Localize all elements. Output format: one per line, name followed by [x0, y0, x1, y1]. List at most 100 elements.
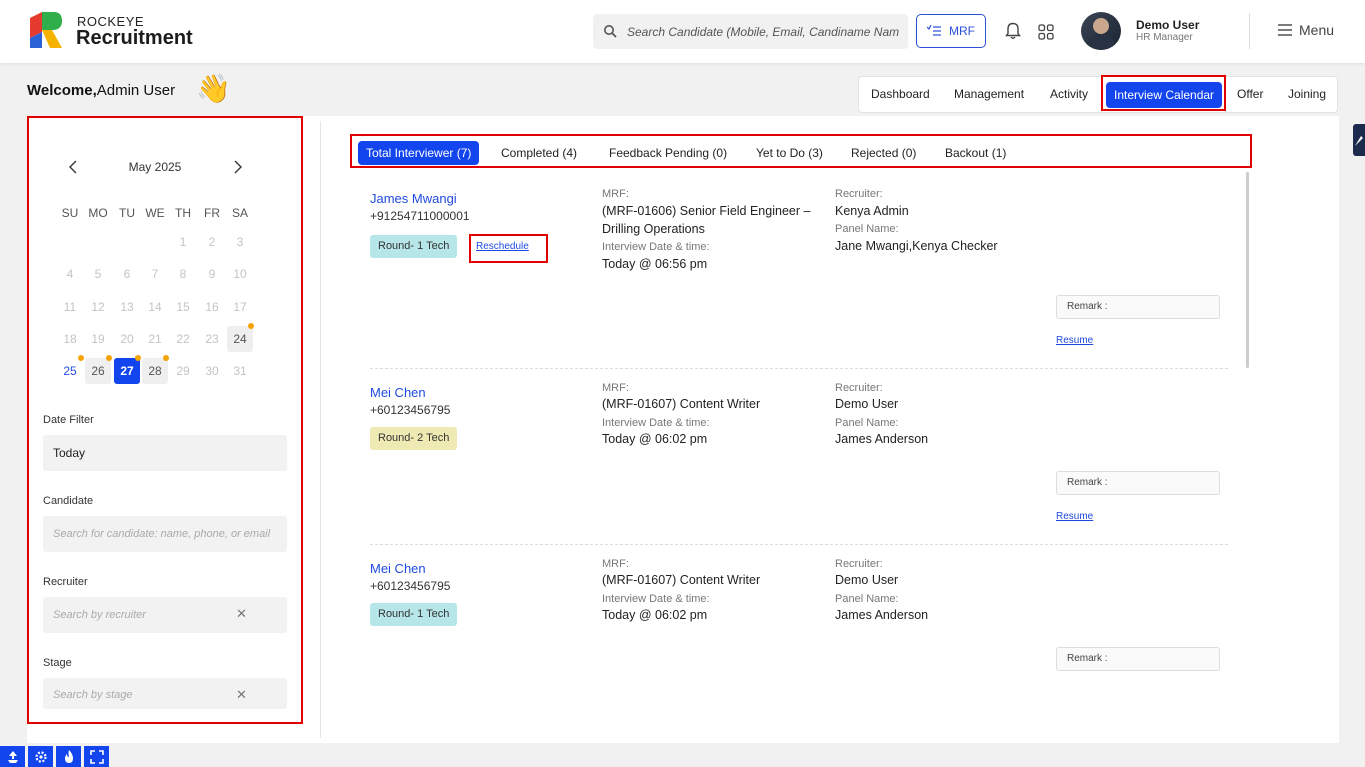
mrf-button[interactable]: MRF	[916, 14, 986, 48]
weekday-label: SA	[231, 206, 248, 220]
calendar-day[interactable]: 20	[114, 326, 140, 352]
apps-grid-icon[interactable]	[1038, 24, 1054, 40]
recruiter-value: Kenya Admin	[835, 204, 909, 218]
candidate-name-link[interactable]: James Mwangi	[370, 191, 457, 206]
settings-button[interactable]	[28, 746, 53, 767]
pin-icon	[1355, 136, 1363, 146]
calendar-day[interactable]: 5	[85, 261, 111, 287]
calendar-day[interactable]: 1	[170, 229, 196, 255]
calendar-day[interactable]: 16	[199, 294, 225, 320]
tab-yet-to-do[interactable]: Yet to Do (3)	[756, 141, 823, 165]
calendar-day[interactable]: 13	[114, 294, 140, 320]
panel-label: Panel Name:	[835, 593, 899, 605]
calendar-next-icon[interactable]	[233, 160, 243, 179]
panel-label: Panel Name:	[835, 223, 899, 235]
date-filter-select[interactable]: Today	[43, 435, 287, 471]
calendar-day[interactable]: 17	[227, 294, 253, 320]
weekday-label: TH	[175, 206, 191, 220]
calendar-day[interactable]: 21	[142, 326, 168, 352]
calendar-day[interactable]: 11	[57, 294, 83, 320]
tab-completed[interactable]: Completed (4)	[501, 141, 577, 165]
brand-title: Recruitment	[76, 27, 193, 49]
calendar-day[interactable]: 29	[170, 358, 196, 384]
clear-recruiter-icon[interactable]: ✕	[236, 606, 247, 622]
calendar-day[interactable]: 8	[170, 261, 196, 287]
list-scrollbar[interactable]	[1246, 172, 1249, 368]
calendar-day[interactable]: 15	[170, 294, 196, 320]
calendar-day[interactable]: 31	[227, 358, 253, 384]
round-badge: Round- 1 Tech	[370, 603, 458, 626]
stage-filter-input[interactable]: Search by stage	[43, 678, 287, 709]
tab-feedback-pending[interactable]: Feedback Pending (0)	[609, 141, 727, 165]
tab-rejected[interactable]: Rejected (0)	[851, 141, 916, 165]
tab-total-interviewer[interactable]: Total Interviewer (7)	[358, 141, 480, 165]
calendar-day[interactable]: 2	[199, 229, 225, 255]
remark-box: Remark :	[1056, 295, 1220, 319]
rockeye-logo[interactable]	[28, 10, 64, 50]
search-icon	[604, 25, 617, 38]
bell-icon[interactable]	[1005, 22, 1021, 40]
reschedule-highlight	[469, 234, 548, 263]
wave-emoji-icon: 👋	[196, 73, 231, 104]
calendar-day[interactable]: 28	[142, 358, 168, 384]
panel-value: Jane Mwangi,Kenya Checker	[835, 239, 998, 253]
recruiter-label: Recruiter:	[835, 188, 883, 200]
calendar-day[interactable]: 12	[85, 294, 111, 320]
remark-box: Remark :	[1056, 471, 1220, 495]
tab-joining[interactable]: Joining	[1288, 77, 1326, 112]
candidate-name-link[interactable]: Mei Chen	[370, 561, 426, 576]
calendar-day[interactable]: 22	[170, 326, 196, 352]
calendar-day[interactable]: 7	[142, 261, 168, 287]
recruiter-value: Demo User	[835, 397, 899, 411]
remark-box: Remark :	[1056, 647, 1220, 671]
tab-offer[interactable]: Offer	[1237, 77, 1263, 112]
calendar-day[interactable]: 9	[199, 261, 225, 287]
calendar-day[interactable]: 10	[227, 261, 253, 287]
calendar-month-label: May 2025	[128, 160, 182, 174]
calendar-day[interactable]: 3	[227, 229, 253, 255]
calendar-day[interactable]: 14	[142, 294, 168, 320]
calendar-day[interactable]: 26	[85, 358, 111, 384]
event-dot	[248, 323, 254, 329]
menu-button[interactable]: Menu	[1278, 22, 1334, 38]
tab-management[interactable]: Management	[954, 77, 1024, 112]
event-dot	[106, 355, 112, 361]
fire-button[interactable]	[56, 746, 81, 767]
candidate-search-input[interactable]	[627, 14, 899, 49]
recruiter-filter-input[interactable]: Search by recruiter	[43, 597, 287, 633]
side-drawer-tab[interactable]	[1353, 124, 1365, 156]
calendar-day[interactable]: 25	[57, 358, 83, 384]
fullscreen-button[interactable]	[84, 746, 109, 767]
calendar-day[interactable]: 6	[114, 261, 140, 287]
card-divider	[370, 368, 1228, 369]
candidate-filter-input[interactable]: Search for candidate: name, phone, or em…	[43, 516, 287, 552]
candidate-name-link[interactable]: Mei Chen	[370, 385, 426, 400]
calendar-prev-icon[interactable]	[68, 160, 78, 179]
calendar-day[interactable]: 27	[114, 358, 140, 384]
mrf-label: MRF:	[602, 558, 629, 570]
expand-icon	[89, 749, 104, 764]
recycle-button[interactable]	[0, 746, 25, 767]
tab-backout[interactable]: Backout (1)	[945, 141, 1006, 165]
clear-stage-icon[interactable]: ✕	[236, 687, 247, 703]
welcome-user: Admin User	[96, 82, 176, 99]
recruiter-value: Demo User	[835, 573, 899, 587]
recruiter-label: Recruiter:	[835, 382, 883, 394]
mrf-label: MRF	[949, 24, 975, 38]
resume-link[interactable]: Resume	[1056, 335, 1093, 346]
calendar-day[interactable]: 24	[227, 326, 253, 352]
resume-link[interactable]: Resume	[1056, 511, 1093, 522]
calendar-day[interactable]: 23	[199, 326, 225, 352]
calendar-day[interactable]: 4	[57, 261, 83, 287]
user-avatar[interactable]	[1081, 12, 1121, 50]
candidate-filter-label: Candidate	[43, 495, 94, 507]
user-name: Demo User	[1136, 18, 1200, 32]
welcome-text: Welcome,Admin User	[27, 82, 175, 99]
calendar-day[interactable]: 30	[199, 358, 225, 384]
tab-activity[interactable]: Activity	[1050, 77, 1088, 112]
calendar-day[interactable]: 19	[85, 326, 111, 352]
calendar-day[interactable]: 18	[57, 326, 83, 352]
header-divider	[1249, 13, 1250, 49]
weekday-label: TU	[119, 206, 135, 220]
tab-dashboard[interactable]: Dashboard	[871, 77, 930, 112]
